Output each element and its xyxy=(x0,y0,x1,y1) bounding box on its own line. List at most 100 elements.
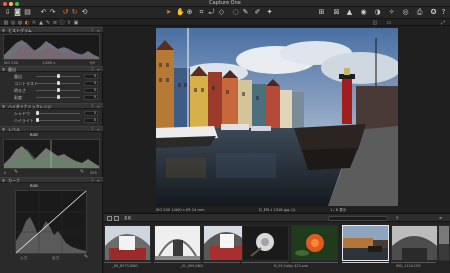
compare-icon[interactable]: ◑ xyxy=(374,9,381,16)
filter-icon[interactable]: ⚲ xyxy=(396,214,399,222)
rating-bar[interactable] xyxy=(104,262,151,263)
highlight-slider-track[interactable] xyxy=(36,120,80,121)
list-view-icon[interactable] xyxy=(114,215,119,221)
metadata-tab-icon[interactable]: ⓘ xyxy=(59,20,65,26)
camera-icon[interactable]: ◙ xyxy=(14,9,21,16)
copy-adjustments-icon[interactable]: ↺ xyxy=(62,9,69,16)
thumbnail[interactable] xyxy=(391,225,438,261)
thumbnail[interactable] xyxy=(242,225,289,261)
rating-bar[interactable] xyxy=(391,262,436,263)
viewer-options-icon[interactable]: ◫ xyxy=(372,20,378,26)
levels-high[interactable]: 255 xyxy=(90,171,97,175)
apply-adjustments-icon[interactable]: ↻ xyxy=(71,9,78,16)
panel-tools-icon[interactable]: ? ≡ xyxy=(91,28,101,33)
browser-sort-label[interactable]: 名前 xyxy=(124,214,131,222)
settings-icon[interactable]: ✪ xyxy=(430,9,437,16)
focus-icon[interactable]: ✧ xyxy=(388,9,395,16)
black-picker-icon[interactable]: ✎ xyxy=(14,170,18,175)
spot-icon[interactable]: ◌ xyxy=(232,9,239,16)
levels-low[interactable]: 0 xyxy=(4,171,6,175)
rating-bar[interactable] xyxy=(291,262,338,263)
import-icon[interactable]: ⇩ xyxy=(4,9,11,16)
panel-tools-icon[interactable]: ? ≡ xyxy=(91,67,101,72)
batch-tab-icon[interactable]: ▣ xyxy=(73,20,79,26)
rating-bar[interactable] xyxy=(154,262,201,263)
panel-tools-icon[interactable]: ? ≡ xyxy=(91,127,101,132)
rating-bar[interactable] xyxy=(242,262,289,263)
browser-options-icon[interactable]: ≡ xyxy=(439,214,442,222)
thumbnail[interactable] xyxy=(154,225,201,261)
library-tab-icon[interactable]: ▥ xyxy=(3,20,9,26)
highlight-slider-knob[interactable] xyxy=(36,118,39,122)
shadow-slider-knob[interactable] xyxy=(36,111,39,115)
rating-bar[interactable] xyxy=(203,262,240,263)
saturation-slider-knob[interactable] xyxy=(57,95,60,99)
exposure-tab-icon[interactable]: ☼ xyxy=(31,20,37,26)
undo-icon[interactable]: ↶ xyxy=(40,9,47,16)
collapse-icon[interactable]: ▼ xyxy=(2,178,5,183)
loupe-icon[interactable]: ◎ xyxy=(402,9,409,16)
slider-value[interactable]: 0 xyxy=(84,80,98,86)
curve-graph[interactable] xyxy=(15,190,87,254)
levels-header[interactable]: ▼ レベル ? ≡ xyxy=(0,126,103,132)
crop-icon[interactable]: ⌗ xyxy=(198,9,205,16)
details-tab-icon[interactable]: ▲ xyxy=(38,20,44,26)
reset-icon[interactable]: ⟲ xyxy=(81,9,88,16)
thumbnail[interactable] xyxy=(104,225,151,261)
zoom-icon[interactable]: ⊕ xyxy=(186,9,193,16)
redo-icon[interactable]: ↷ xyxy=(49,9,56,16)
slider-value[interactable]: 0 xyxy=(84,110,98,116)
thumbnail[interactable] xyxy=(291,225,338,261)
panel-tools-icon[interactable]: ? ≡ xyxy=(91,104,101,109)
slider-value[interactable]: 0 xyxy=(84,73,98,79)
brush-icon[interactable]: ✎ xyxy=(242,9,249,16)
slider-value[interactable]: 0 xyxy=(84,117,98,123)
slider-value[interactable]: 0 xyxy=(84,87,98,93)
text-icon[interactable]: ✦ xyxy=(266,9,273,16)
thumbnail-selected[interactable] xyxy=(342,225,389,261)
browser-search-input[interactable] xyxy=(328,215,388,221)
local-adjust-tab-icon[interactable]: ✎ xyxy=(45,20,51,26)
rating-bar-selected[interactable] xyxy=(342,262,389,263)
fullscreen-icon[interactable]: ⤢ xyxy=(440,20,446,26)
collapse-icon[interactable]: ▼ xyxy=(2,28,5,33)
picker-icon[interactable]: ✐ xyxy=(254,9,261,16)
output-tab-icon[interactable]: ⇪ xyxy=(66,20,72,26)
contrast-slider-knob[interactable] xyxy=(57,81,60,85)
hand-icon[interactable]: ✋ xyxy=(176,9,185,16)
levels-channel[interactable]: RGB xyxy=(30,133,38,137)
brightness-slider-knob[interactable] xyxy=(57,88,60,92)
browse-icon[interactable]: ▤ xyxy=(24,9,31,16)
grid-icon[interactable]: ⊞ xyxy=(318,9,325,16)
lens-tab-icon[interactable]: ◍ xyxy=(17,20,23,26)
thumbnail[interactable] xyxy=(438,225,450,261)
proof-icon[interactable]: ◉ xyxy=(360,9,367,16)
shadow-slider-track[interactable] xyxy=(36,113,80,114)
histogram-header[interactable]: ▼ ヒストグラム ? ≡ xyxy=(0,27,103,33)
keystone-icon[interactable]: ◇ xyxy=(218,9,225,16)
exposure-header[interactable]: ▼ 露出 ? ≡ xyxy=(0,66,103,72)
print-icon[interactable]: ⎙ xyxy=(416,9,423,16)
white-picker-icon[interactable]: ✎ xyxy=(80,170,84,175)
levels-graph[interactable] xyxy=(3,139,100,169)
rotate-icon[interactable]: ⤾ xyxy=(208,9,215,16)
collapse-icon[interactable]: ▼ xyxy=(2,104,5,109)
curve-picker-icon[interactable]: ✎ xyxy=(84,255,88,260)
grid-view-icon[interactable] xyxy=(107,215,112,221)
collapse-icon[interactable]: ▼ xyxy=(2,127,5,132)
curve-header[interactable]: ▼ カーブ ? ≡ xyxy=(0,177,103,183)
help-icon[interactable]: ? xyxy=(440,9,447,16)
collapse-icon[interactable]: ▼ xyxy=(2,67,5,72)
adjustments-tab-icon[interactable]: ≡ xyxy=(52,20,58,26)
slider-value[interactable]: 0 xyxy=(84,94,98,100)
guides-icon[interactable]: ⊠ xyxy=(333,9,340,16)
main-photo[interactable] xyxy=(156,28,398,206)
filmstrip-icon[interactable]: ▭ xyxy=(386,20,392,26)
hdr-header[interactable]: ▼ ハイダイナミックレンジ ? ≡ xyxy=(0,103,103,109)
exposure-slider-knob[interactable] xyxy=(57,74,60,78)
curve-channel[interactable]: RGB xyxy=(30,184,38,188)
color-tab-icon[interactable]: ◐ xyxy=(24,20,30,26)
exposure-warning-icon[interactable]: ▲ xyxy=(346,9,353,16)
cursor-tool-icon[interactable]: ➤ xyxy=(165,9,172,16)
panel-tools-icon[interactable]: ? ≡ xyxy=(91,178,101,183)
